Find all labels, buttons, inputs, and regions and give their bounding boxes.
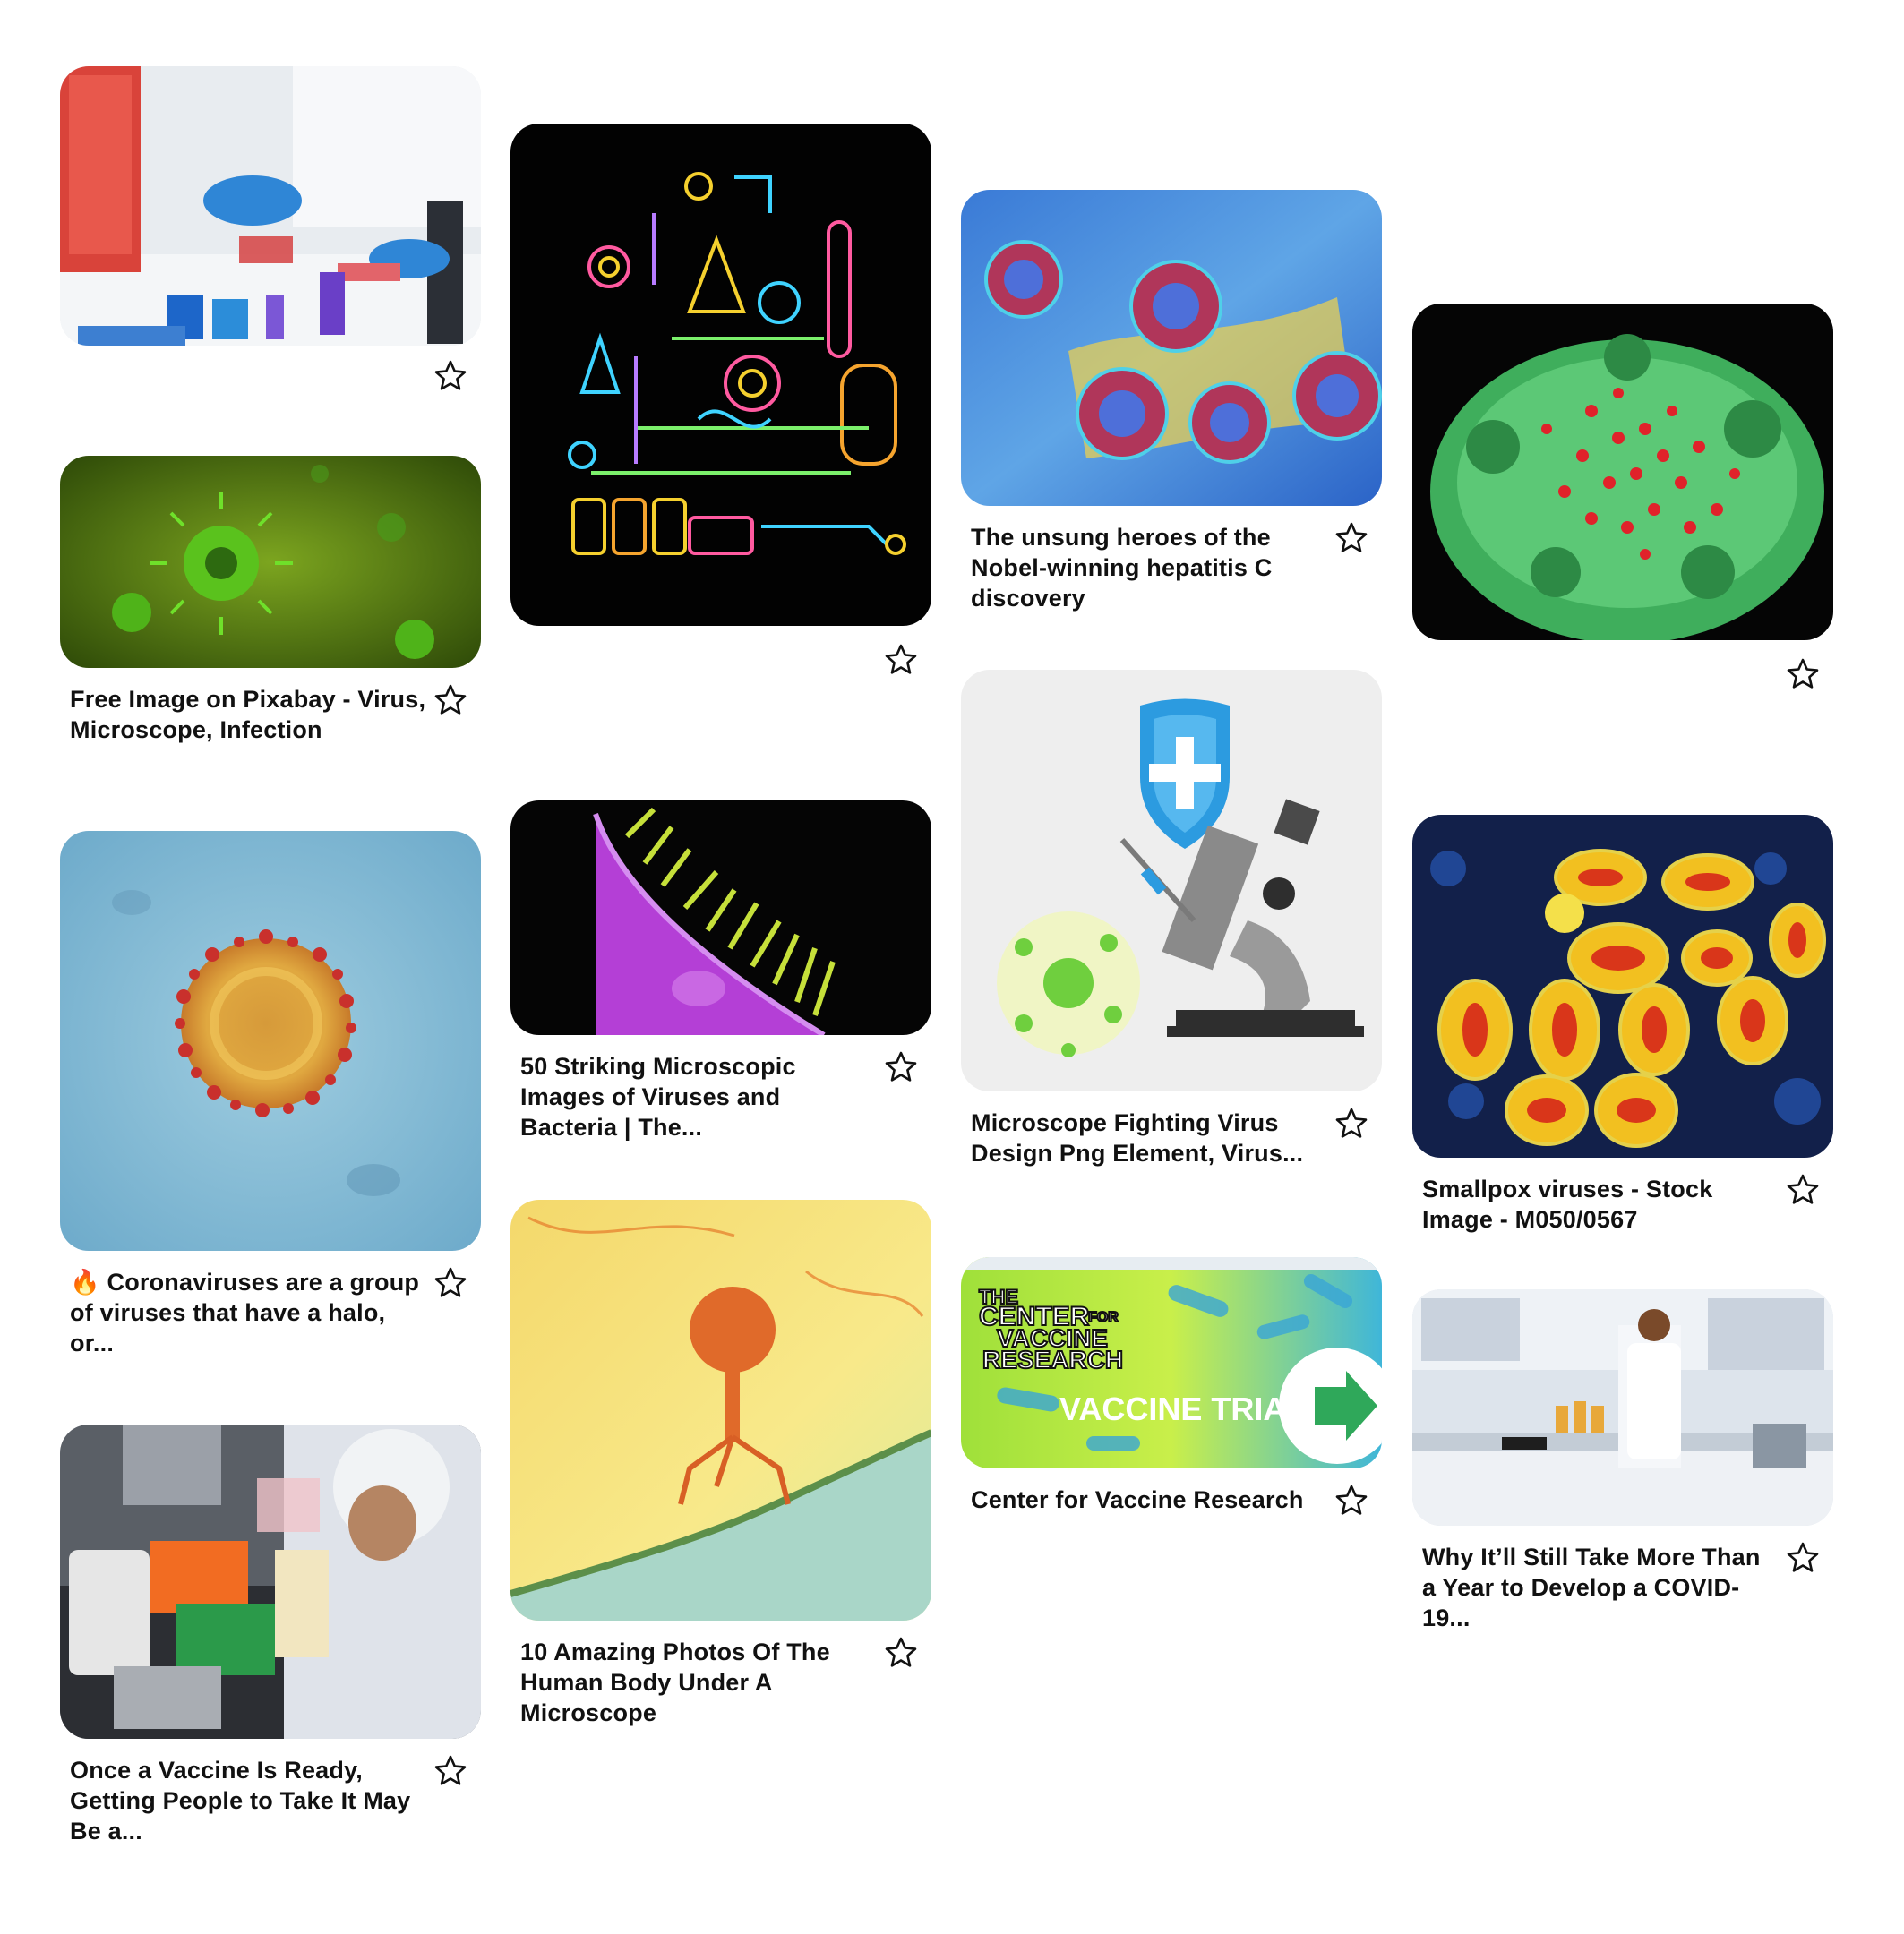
pin-image[interactable] [1412, 1289, 1833, 1526]
pin-image[interactable] [60, 66, 481, 346]
hepatitis-image [961, 190, 1382, 506]
microscope-illustration [961, 670, 1382, 1091]
save-button[interactable] [883, 642, 919, 678]
bacteria-image [510, 800, 931, 1035]
pin-coronavirus-halo[interactable]: 🔥 Coronaviruses are a group of viruses t… [60, 831, 481, 1358]
star-outline-icon [885, 1051, 917, 1082]
save-button[interactable] [433, 1265, 468, 1301]
smallpox-image [1412, 815, 1833, 1158]
pin-image[interactable] [60, 1425, 481, 1739]
pin-image[interactable] [60, 456, 481, 668]
save-button[interactable] [1334, 1106, 1369, 1142]
star-outline-icon [1335, 1485, 1368, 1515]
vaccine-lab-image [60, 1425, 481, 1739]
pin-image[interactable] [961, 670, 1382, 1091]
star-outline-icon [1335, 522, 1368, 552]
pin-title: Free Image on Pixabay - Virus, Microscop… [70, 686, 426, 743]
star-outline-icon [1787, 1174, 1819, 1204]
neon-lab-image [510, 124, 931, 626]
pin-title: 50 Striking Microscopic Images of Viruse… [520, 1053, 796, 1141]
save-button[interactable] [1785, 1540, 1821, 1576]
pin-human-body[interactable]: 10 Amazing Photos Of The Human Body Unde… [510, 1200, 931, 1728]
pin-title: The unsung heroes of the Nobel-winning h… [971, 524, 1273, 612]
pin-green-virus[interactable]: Free Image on Pixabay - Virus, Microscop… [60, 456, 481, 745]
pin-microscope-fighting[interactable]: Microscope Fighting Virus Design Png Ele… [961, 670, 1382, 1168]
pin-smallpox[interactable]: Smallpox viruses - Stock Image - M050/05… [1412, 815, 1833, 1235]
save-button[interactable] [433, 1753, 468, 1789]
pin-image[interactable] [510, 124, 931, 626]
pin-title: Why It’ll Still Take More Than a Year to… [1422, 1544, 1761, 1631]
pin-title: Smallpox viruses - Stock Image - M050/05… [1422, 1176, 1713, 1233]
star-outline-icon [1335, 1108, 1368, 1138]
pin-image[interactable] [961, 190, 1382, 506]
save-button[interactable] [433, 358, 468, 394]
pin-neon-lab[interactable] [510, 124, 931, 674]
star-outline-icon [1787, 1542, 1819, 1572]
save-button[interactable] [1334, 1483, 1369, 1519]
green-virus-image [60, 456, 481, 668]
vaccine-trial-banner: VACCINE TRIAL [1059, 1391, 1306, 1427]
pin-title: Once a Vaccine Is Ready, Getting People … [70, 1757, 411, 1844]
save-button[interactable] [883, 1635, 919, 1671]
pin-hepatitis-c[interactable]: The unsung heroes of the Nobel-winning h… [961, 190, 1382, 613]
pin-title: 🔥 Coronaviruses are a group of viruses t… [70, 1269, 420, 1356]
pin-vaccine-research[interactable]: THE CENTER FOR VACCINE RESEARCH VACCINE … [961, 1257, 1382, 1524]
star-outline-icon [434, 1755, 467, 1785]
star-outline-icon [885, 644, 917, 674]
pin-title: Center for Vaccine Research [971, 1486, 1304, 1513]
save-button[interactable] [433, 682, 468, 718]
star-outline-icon [885, 1637, 917, 1667]
pin-striking-microscopic[interactable]: 50 Striking Microscopic Images of Viruse… [510, 800, 931, 1142]
star-outline-icon [434, 1267, 467, 1297]
star-outline-icon [434, 360, 467, 390]
pin-title: 10 Amazing Photos Of The Human Body Unde… [520, 1639, 830, 1726]
pin-title: Microscope Fighting Virus Design Png Ele… [971, 1109, 1304, 1167]
pin-image[interactable]: THE CENTER FOR VACCINE RESEARCH VACCINE … [961, 1257, 1382, 1468]
coronavirus-image [60, 831, 481, 1251]
pin-covid-develop[interactable]: Why It’ll Still Take More Than a Year to… [1412, 1289, 1833, 1633]
pin-green-red-cell[interactable] [1412, 304, 1833, 689]
pin-image[interactable] [510, 800, 931, 1035]
vaccine-trial-image: THE CENTER FOR VACCINE RESEARCH VACCINE … [961, 1257, 1382, 1468]
pin-vaccine-ready[interactable]: Once a Vaccine Is Ready, Getting People … [60, 1425, 481, 1846]
pin-image[interactable] [60, 831, 481, 1251]
save-button[interactable] [1785, 1172, 1821, 1208]
cell-image [1412, 304, 1833, 640]
pin-image[interactable] [510, 1200, 931, 1621]
lab-pipette-image [60, 66, 481, 346]
lab-scientist-image [1412, 1289, 1833, 1526]
save-button[interactable] [1334, 520, 1369, 556]
save-button[interactable] [883, 1049, 919, 1085]
pin-image[interactable] [1412, 304, 1833, 640]
bacteriophage-image [510, 1200, 931, 1621]
star-outline-icon [1787, 658, 1819, 689]
save-button[interactable] [1785, 656, 1821, 692]
star-outline-icon [434, 684, 467, 715]
logo-text-for: FOR [1088, 1310, 1119, 1325]
pin-image[interactable] [1412, 815, 1833, 1158]
pin-lab-pipette[interactable] [60, 66, 481, 390]
logo-text-research: RESEARCH [982, 1346, 1123, 1373]
